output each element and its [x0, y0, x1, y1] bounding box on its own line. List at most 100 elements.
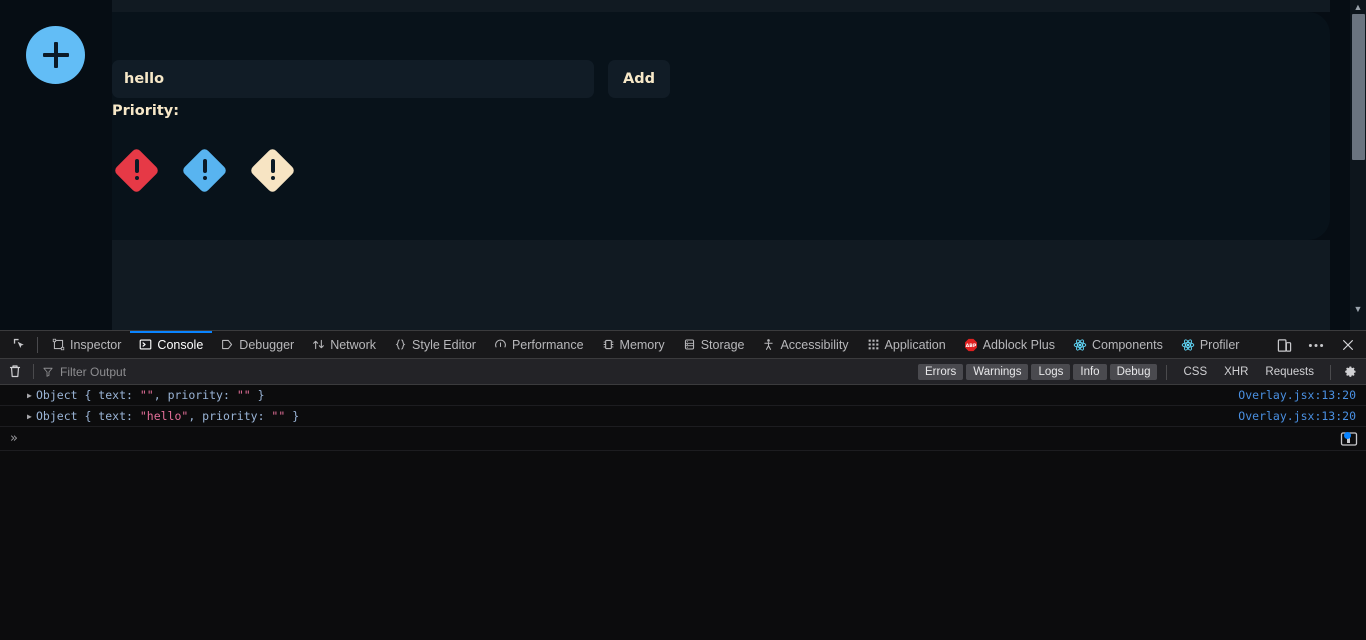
close-icon[interactable] [1338, 335, 1358, 355]
tab-label: Performance [511, 337, 584, 352]
add-fab[interactable] [26, 26, 85, 84]
log-value-text: "" [139, 388, 154, 402]
log-prefix: Object { text: [36, 388, 140, 402]
tab-label: Storage [700, 337, 745, 352]
console-filter-bar: Errors Warnings Logs Info Debug CSS XHR … [0, 359, 1366, 385]
app-page: Add Priority: ▲ ▼ [0, 0, 1366, 330]
page-scrollbar[interactable]: ▲ ▼ [1350, 0, 1366, 330]
tab-style-editor[interactable]: Style Editor [385, 331, 485, 359]
tab-label: Profiler [1199, 337, 1240, 352]
add-button[interactable]: Add [608, 60, 670, 98]
exclamation-bar [270, 159, 275, 173]
expand-arrow-icon[interactable]: ▶ [27, 412, 32, 421]
tab-console[interactable]: Console [130, 330, 213, 359]
tab-label: Debugger [239, 337, 295, 352]
log-message: Object { text: "hello", priority: "" } [36, 409, 299, 423]
chip-xhr[interactable]: XHR [1217, 364, 1255, 380]
todo-input-row: Add [112, 60, 670, 98]
tab-label: Application [884, 337, 946, 352]
filterbar-divider [33, 364, 34, 379]
svg-text:ABP: ABP [965, 343, 976, 349]
chip-errors[interactable]: Errors [917, 364, 964, 380]
page-lower-area [112, 240, 1330, 330]
funnel-icon [43, 367, 53, 377]
tab-application[interactable]: Application [858, 331, 955, 359]
chip-info[interactable]: Info [1073, 364, 1107, 380]
chips-divider [1166, 364, 1168, 380]
tab-storage[interactable]: Storage [674, 331, 754, 359]
console-log-row[interactable]: ▶ Object { text: "", priority: "" } Over… [0, 385, 1366, 406]
tab-components[interactable]: Components [1064, 331, 1172, 359]
tab-label: Components [1091, 337, 1163, 352]
log-mid: , priority: [188, 409, 272, 423]
chip-css[interactable]: CSS [1176, 364, 1214, 380]
tab-label: Accessibility [780, 337, 849, 352]
devtools-toolbar-actions [1274, 331, 1358, 359]
responsive-mode-icon[interactable] [1274, 335, 1294, 355]
tab-accessibility[interactable]: Accessibility [753, 331, 857, 359]
exclamation-dot [134, 176, 139, 180]
tab-inspector[interactable]: Inspector [43, 331, 130, 359]
todo-card [112, 12, 1330, 240]
log-message: Object { text: "", priority: "" } [36, 388, 265, 402]
tab-label: Memory [619, 337, 665, 352]
log-mid: , priority: [153, 388, 237, 402]
log-value-priority: "" [236, 388, 251, 402]
tab-profiler[interactable]: Profiler [1172, 331, 1249, 359]
exclamation-bar [134, 159, 139, 173]
tab-debugger[interactable]: Debugger [212, 331, 303, 359]
priority-label: Priority: [112, 103, 180, 119]
devtools-toolbar: Inspector Console Debugger Network Style [0, 330, 1366, 359]
console-log-row[interactable]: ▶ Object { text: "hello", priority: "" }… [0, 406, 1366, 427]
filter-output-input[interactable] [60, 364, 340, 379]
todo-text-input[interactable] [112, 60, 594, 98]
priority-option-medium[interactable] [180, 146, 229, 195]
log-source-link[interactable]: Overlay.jsx:13:20 [1238, 388, 1356, 402]
chip-logs[interactable]: Logs [1031, 364, 1071, 380]
log-value-priority: "" [271, 409, 286, 423]
devtools-panel: Inspector Console Debugger Network Style [0, 330, 1366, 640]
chip-debug[interactable]: Debug [1109, 364, 1158, 380]
gear-icon[interactable] [1340, 362, 1360, 382]
console-filter-chips: Errors Warnings Logs Info Debug CSS XHR … [917, 359, 1360, 385]
log-suffix: } [285, 409, 300, 423]
exclamation-bar [202, 159, 207, 173]
split-console-badge [1344, 432, 1351, 439]
exclamation-dot [202, 176, 207, 180]
scroll-up-arrow-icon[interactable]: ▲ [1350, 0, 1366, 14]
expand-arrow-icon[interactable]: ▶ [27, 391, 32, 400]
chip-warnings[interactable]: Warnings [966, 364, 1029, 380]
tab-label: Console [157, 337, 204, 352]
console-output: ▶ Object { text: "", priority: "" } Over… [0, 385, 1366, 640]
page-top-strip [112, 0, 1330, 12]
tab-label: Style Editor [412, 337, 476, 352]
screen: Add Priority: ▲ ▼ [0, 0, 1366, 640]
scroll-down-arrow-icon[interactable]: ▼ [1350, 302, 1366, 316]
trash-icon[interactable] [7, 363, 25, 381]
toolbar-divider [37, 336, 38, 353]
tab-label: Adblock Plus [982, 337, 1055, 352]
split-console-icon[interactable] [1340, 430, 1358, 453]
priority-option-low[interactable] [248, 146, 297, 195]
priority-options [112, 146, 297, 195]
element-picker-icon[interactable] [6, 334, 32, 356]
exclamation-dot [270, 176, 275, 180]
tab-label: Inspector [70, 337, 122, 352]
plus-icon-vertical [53, 42, 58, 68]
priority-option-high[interactable] [112, 146, 161, 195]
scrollbar-thumb[interactable] [1352, 14, 1365, 160]
prompt-chevron-icon: » [10, 431, 18, 446]
log-suffix: } [250, 388, 265, 402]
tab-adblock-plus[interactable]: ABP Adblock Plus [955, 331, 1064, 359]
console-input-row[interactable]: » [0, 427, 1366, 451]
devtools-tablist: Inspector Console Debugger Network Style [43, 330, 1249, 359]
more-options-icon[interactable] [1306, 335, 1326, 355]
log-source-link[interactable]: Overlay.jsx:13:20 [1238, 409, 1356, 423]
log-value-text: "hello" [139, 409, 189, 423]
chip-requests[interactable]: Requests [1258, 364, 1321, 380]
tab-memory[interactable]: Memory [593, 331, 674, 359]
tab-network[interactable]: Network [303, 331, 385, 359]
tab-performance[interactable]: Performance [485, 331, 593, 359]
settings-divider [1330, 364, 1331, 380]
filter-field-wrap [42, 364, 340, 379]
